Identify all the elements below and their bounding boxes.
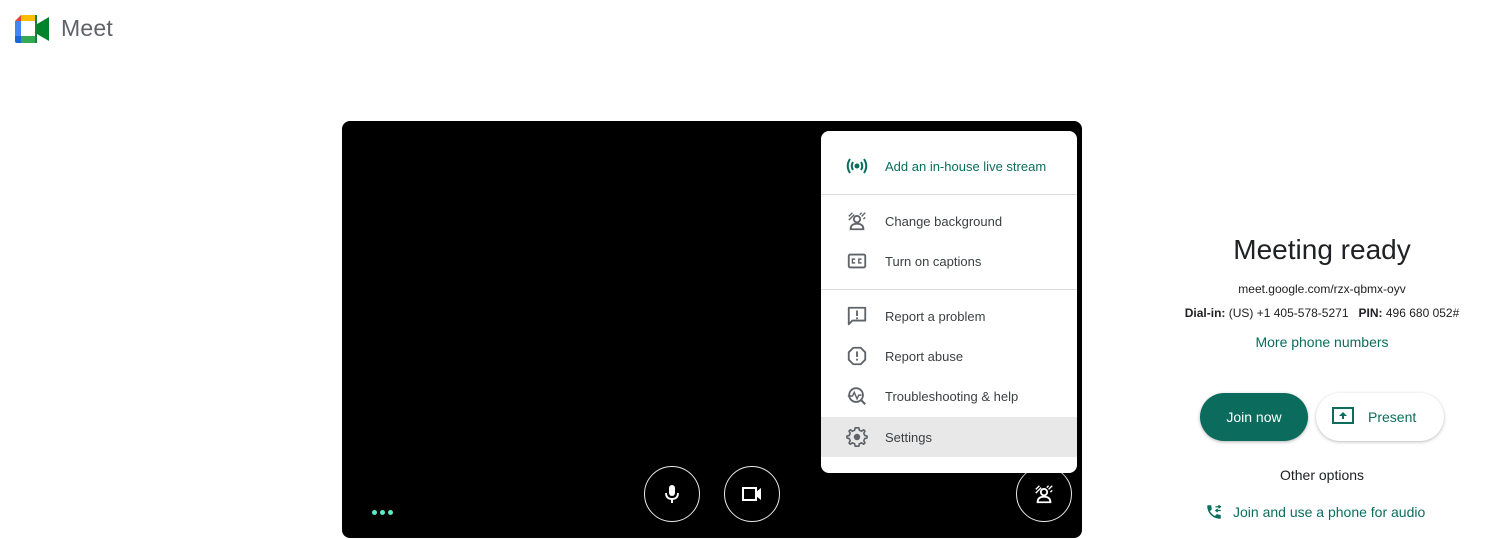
background-replace-icon [1035, 485, 1053, 504]
live-stream-icon [845, 154, 869, 178]
troubleshoot-icon [845, 384, 869, 408]
menu-item-captions[interactable]: Turn on captions [821, 241, 1077, 281]
menu-item-label: Change background [885, 213, 1003, 229]
videocam-icon [742, 487, 761, 501]
closed-caption-icon [845, 249, 869, 273]
menu-item-label: Report abuse [885, 348, 964, 364]
microphone-toggle-button[interactable] [644, 466, 700, 522]
menu-item-label: Add an in-house live stream [885, 158, 1047, 174]
dial-in-number: (US) +1 405-578-5271 [1228, 306, 1349, 320]
more-phone-numbers-link[interactable]: More phone numbers [1160, 334, 1484, 350]
background-effects-button[interactable] [1016, 466, 1072, 522]
dot [388, 510, 393, 515]
phone-forwarded-icon [1207, 504, 1222, 519]
background-replace-icon [845, 209, 869, 233]
present-label: Present [1368, 409, 1417, 425]
app-name: Meet [61, 15, 113, 41]
pin-value: 496 680 052# [1385, 306, 1460, 320]
dial-in-info: Dial-in: (US) +1 405-578-5271 PIN: 496 6… [1160, 306, 1484, 320]
present-button[interactable]: Present [1316, 393, 1444, 441]
header: Meet [0, 0, 1486, 62]
menu-item-label: Troubleshooting & help [885, 388, 1019, 404]
meeting-title: Meeting ready [1233, 234, 1411, 265]
more-options-menu: Add an in-house live stream Change backg… [821, 131, 1077, 473]
menu-item-label: Turn on captions [885, 253, 982, 269]
meeting-url: meet.google.com/rzx-qbmx-oyv [1238, 282, 1406, 296]
feedback-icon [845, 304, 869, 328]
menu-item-troubleshooting[interactable]: Troubleshooting & help [821, 376, 1077, 416]
menu-item-report-problem[interactable]: Report a problem [821, 296, 1077, 336]
menu-divider [821, 289, 1077, 290]
join-phone-audio-link[interactable]: Join and use a phone for audio [1205, 502, 1425, 522]
join-now-button[interactable]: Join now [1200, 393, 1308, 441]
menu-item-report-abuse[interactable]: Report abuse [821, 336, 1077, 376]
menu-item-live-stream[interactable]: Add an in-house live stream [821, 146, 1077, 186]
other-options-heading: Other options [1279, 467, 1365, 483]
present-to-all-icon [1332, 407, 1354, 424]
gear-icon [845, 425, 869, 449]
report-icon [845, 344, 869, 368]
menu-item-settings[interactable]: Settings [821, 417, 1077, 457]
dial-in-label: Dial-in: [1184, 306, 1226, 320]
dot [380, 510, 385, 515]
menu-item-label: Settings [885, 429, 932, 445]
pin-label: PIN: [1358, 306, 1383, 320]
menu-item-change-background[interactable]: Change background [821, 201, 1077, 241]
google-meet-logo-icon[interactable] [15, 15, 49, 43]
mic-icon [665, 485, 679, 503]
phone-audio-label: Join and use a phone for audio [1233, 504, 1426, 520]
more-options-button[interactable] [372, 510, 393, 515]
menu-item-label: Report a problem [885, 308, 986, 324]
camera-toggle-button[interactable] [724, 466, 780, 522]
dot [372, 510, 377, 515]
menu-divider [821, 194, 1077, 195]
